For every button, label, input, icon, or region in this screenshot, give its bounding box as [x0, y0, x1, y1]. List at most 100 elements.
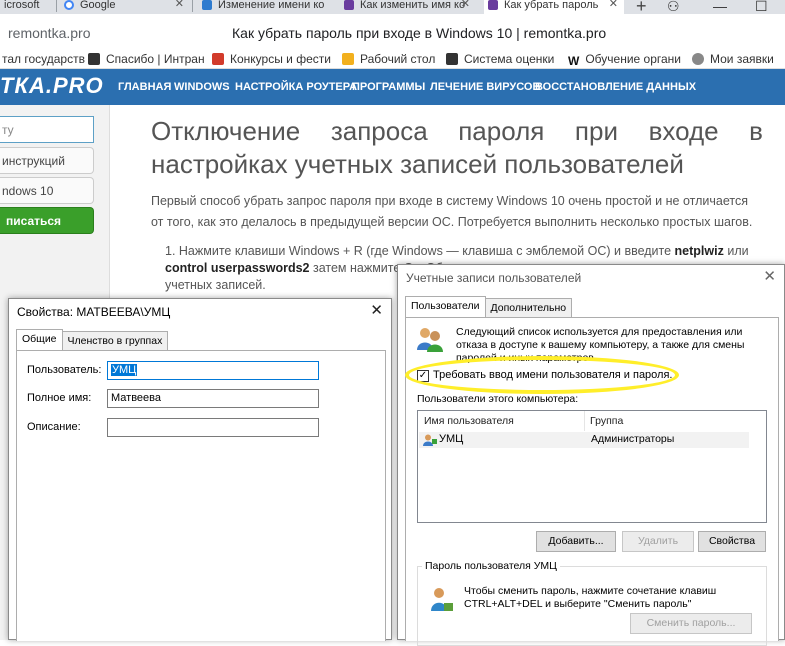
row-username: УМЦ	[439, 433, 464, 445]
description-label: Описание:	[27, 421, 81, 433]
close-icon[interactable]: ✕	[763, 267, 776, 285]
window-controls: ⚇ — ☐	[665, 0, 785, 14]
tab-separator	[56, 0, 57, 12]
site-navigation: ТКА.PRO ГЛАВНАЯ WINDOWS НАСТРОЙКА РОУТЕР…	[0, 69, 785, 105]
user-properties-button[interactable]: Свойства	[698, 531, 766, 552]
browser-tab-active[interactable]: Как убрать пароль ✕	[484, 0, 624, 14]
bookmark-label: Рабочий стол	[360, 52, 436, 66]
close-tab-icon[interactable]: ✕	[609, 0, 618, 10]
sidebar-button-instructions[interactable]: инструкций	[0, 147, 94, 174]
browser-tab[interactable]: Google ✕	[60, 0, 190, 14]
fullname-value: Матвеева	[111, 392, 161, 404]
nav-item-windows[interactable]: WINDOWS	[174, 81, 230, 93]
column-header-username[interactable]: Имя пользователя	[424, 415, 514, 427]
bookmark-item[interactable]: W Обучение органи	[568, 52, 681, 68]
nav-item-data-recovery[interactable]: ВОССТАНОВЛЕНИЕ ДАННЫХ	[535, 81, 696, 93]
general-tab-panel: Пользователь: УМЦ Полное имя: Матвеева О…	[16, 350, 386, 641]
google-icon	[64, 0, 74, 10]
tab-label: Как изменить имя ко	[360, 0, 466, 11]
column-header-group[interactable]: Группа	[590, 415, 623, 427]
bookmark-icon	[446, 53, 458, 65]
table-row[interactable]: УМЦ Администраторы	[419, 432, 749, 448]
username-label: Пользователь:	[27, 364, 102, 376]
sidebar-search-input[interactable]: ту	[0, 116, 94, 143]
bookmark-item[interactable]: Конкурсы и фести	[212, 52, 331, 66]
subscribe-button[interactable]: писаться	[0, 207, 94, 234]
heading-line: Отключение запроса пароля при входе в	[151, 116, 763, 146]
nav-item-viruses[interactable]: ЛЕЧЕНИЕ ВИРУСОВ	[430, 81, 540, 93]
browser-tab[interactable]: Как изменить имя ко ✕	[340, 0, 476, 14]
tab-label: Изменение имени ко	[218, 0, 325, 11]
column-divider	[584, 411, 585, 431]
change-password-button[interactable]: Сменить пароль...	[630, 613, 752, 634]
step-text: 1. Нажмите клавиши Windows + R (где Wind…	[165, 244, 675, 258]
user-properties-dialog: Свойства: МАТВЕЕВА\УМЦ ✕ Общие Членство …	[8, 298, 392, 641]
bookmark-item[interactable]: Мои заявки	[692, 52, 774, 66]
bookmark-label: Спасибо | Интран	[106, 52, 205, 66]
dialog-tabs: Общие Членство в группах	[16, 329, 169, 350]
article-paragraph: Первый способ убрать запрос пароля при в…	[151, 194, 753, 229]
sidebar-button-windows10[interactable]: ndows 10	[0, 177, 94, 204]
fullname-label: Полное имя:	[27, 392, 92, 404]
bookmark-item[interactable]: Спасибо | Интран	[88, 52, 205, 66]
bookmark-item[interactable]: Рабочий стол	[342, 52, 435, 66]
step-command: netplwiz	[674, 244, 724, 258]
bookmark-label: тал государств	[2, 52, 85, 66]
tab-label: Google	[80, 0, 116, 11]
browser-tab[interactable]: Изменение имени ко	[198, 0, 338, 14]
close-icon[interactable]: ✕	[370, 301, 383, 319]
close-tab-icon[interactable]: ✕	[461, 0, 470, 10]
bookmark-icon	[692, 53, 704, 65]
username-field[interactable]: УМЦ	[107, 361, 319, 380]
user-key-icon	[431, 588, 453, 611]
password-hint: Чтобы сменить пароль, нажмите сочетание …	[464, 585, 717, 610]
dialog-title: Свойства: МАТВЕЕВА\УМЦ	[17, 305, 171, 319]
browser-tabstrip: icrosoft Google ✕ Изменение имени ко Как…	[0, 0, 785, 14]
site-favicon-icon	[202, 0, 212, 10]
dialog-title: Учетные записи пользователей	[406, 271, 582, 285]
maximize-icon[interactable]: ☐	[755, 0, 768, 14]
users-list[interactable]: Имя пользователя Группа УМЦ Администрато…	[417, 410, 767, 523]
fullname-field[interactable]: Матвеева	[107, 389, 319, 408]
tab-users[interactable]: Пользователи	[405, 296, 486, 317]
tab-general[interactable]: Общие	[16, 329, 63, 350]
password-group: Пароль пользователя УМЦ Чтобы сменить па…	[417, 560, 767, 646]
browser-tab[interactable]: icrosoft	[0, 0, 56, 14]
minimize-icon[interactable]: —	[713, 0, 727, 14]
page-title-tooltip: Как убрать пароль при входе в Windows 10…	[232, 25, 607, 41]
description-field[interactable]	[107, 418, 319, 437]
profile-icon[interactable]: ⚇	[667, 0, 680, 14]
remove-user-button[interactable]: Удалить	[622, 531, 694, 552]
search-placeholder: ту	[2, 123, 14, 137]
row-group: Администраторы	[591, 433, 675, 445]
bookmark-item[interactable]: Система оценки	[446, 52, 554, 66]
nav-item-home[interactable]: ГЛАВНАЯ	[118, 81, 171, 93]
bookmarks-bar: тал государств Спасибо | Интран Конкурсы…	[0, 47, 785, 69]
address-bar[interactable]: remontka.pro Как убрать пароль при входе…	[0, 20, 785, 46]
step-command: control userpasswords2	[165, 261, 310, 275]
user-accounts-dialog: Учетные записи пользователей ✕ Пользоват…	[397, 264, 785, 646]
site-logo[interactable]: ТКА.PRO	[0, 73, 104, 99]
bookmark-item[interactable]: тал государств	[2, 52, 85, 66]
heading-line: настройках учетных записей пользователей	[151, 149, 684, 179]
bookmark-label: Мои заявки	[710, 52, 774, 66]
tab-separator	[192, 0, 193, 12]
site-favicon-icon	[488, 0, 498, 10]
site-favicon-icon	[344, 0, 354, 10]
step-text: или	[723, 244, 749, 258]
tab-advanced[interactable]: Дополнительно	[484, 298, 573, 317]
bookmark-icon	[88, 53, 100, 65]
tab-label: icrosoft	[4, 0, 40, 11]
tab-group-membership[interactable]: Членство в группах	[61, 331, 169, 350]
nav-item-router[interactable]: НАСТРОЙКА РОУТЕРА	[235, 81, 357, 93]
yellow-highlight-annotation	[405, 356, 679, 394]
users-tab-panel: Следующий список используется для предос…	[405, 317, 779, 646]
add-user-button[interactable]: Добавить...	[536, 531, 616, 552]
nav-item-programs[interactable]: ПРОГРАММЫ	[352, 81, 425, 93]
bookmark-icon	[212, 53, 224, 65]
bookmark-label: Обучение органи	[585, 52, 681, 66]
bookmark-label: Система оценки	[464, 52, 555, 66]
bookmark-label: Конкурсы и фести	[230, 52, 331, 66]
close-tab-icon[interactable]: ✕	[175, 0, 184, 10]
new-tab-icon[interactable]: +	[636, 0, 647, 14]
